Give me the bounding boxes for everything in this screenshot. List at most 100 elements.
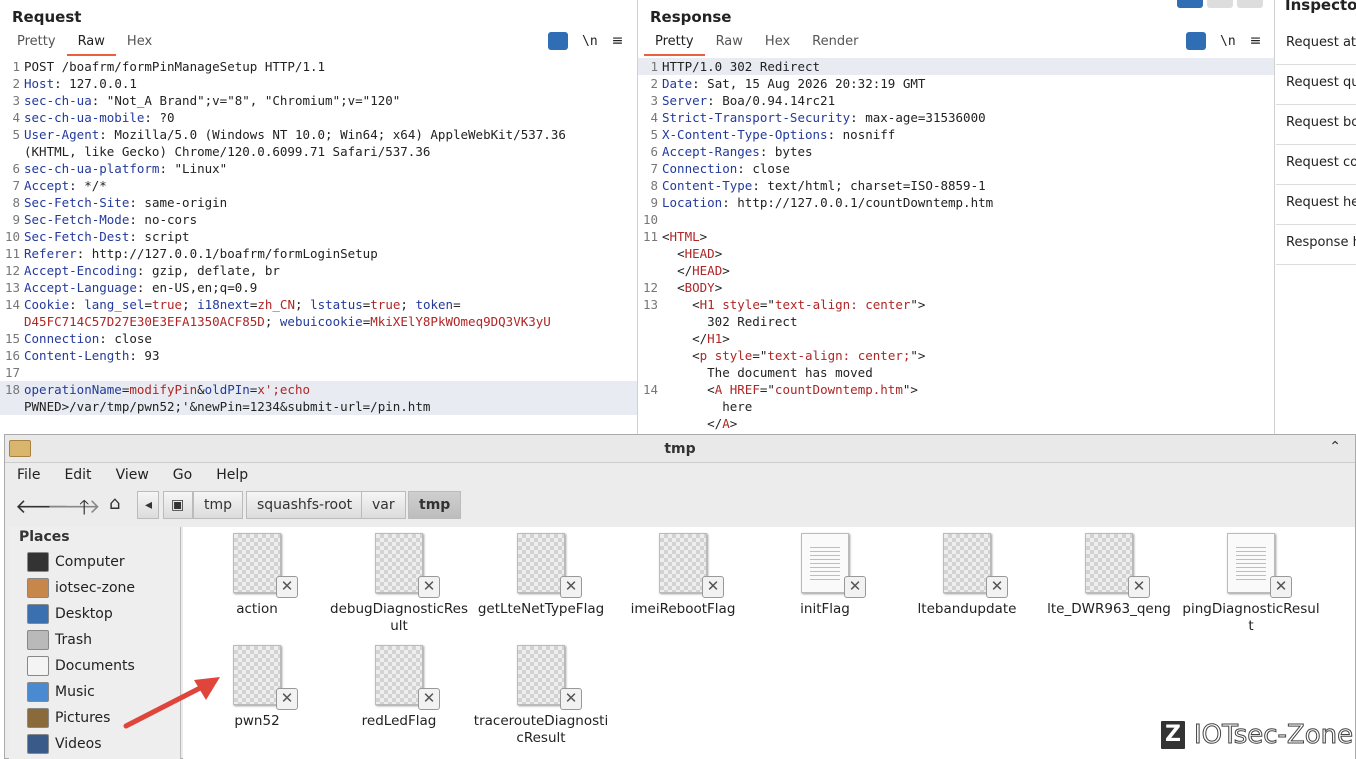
code-line: 5 User-Agent: Mozilla/5.0 (Windows NT 10.… bbox=[0, 126, 637, 143]
line-number: 14 bbox=[4, 297, 20, 312]
line-number bbox=[0, 143, 24, 160]
request-editor[interactable]: 1 POST /boafrm/formPinManageSetup HTTP/1.… bbox=[0, 58, 637, 415]
file-item[interactable]: ✕ action bbox=[187, 533, 327, 618]
places-item-iotsec-zone[interactable]: iotsec-zone bbox=[9, 575, 180, 601]
code-line: 8 Content-Type: text/html; charset=ISO-88… bbox=[638, 177, 1274, 194]
response-menu-icon[interactable]: ≡ bbox=[1250, 33, 1262, 49]
html-attr-value: text-align: center bbox=[774, 297, 911, 312]
html-tag: BODY bbox=[684, 280, 715, 295]
inspector-response-headers[interactable]: Response h bbox=[1276, 225, 1356, 265]
html-text: The document has moved bbox=[707, 365, 873, 380]
places-item-desktop[interactable]: Desktop bbox=[9, 601, 180, 627]
unreadable-badge-icon: ✕ bbox=[560, 688, 582, 710]
breadcrumb-tmp-current[interactable]: tmp bbox=[408, 491, 462, 519]
breadcrumb-var[interactable]: var bbox=[361, 491, 406, 519]
menu-go[interactable]: Go bbox=[161, 463, 204, 489]
header-value: Sat, 15 Aug 2026 20:32:19 GMT bbox=[707, 76, 926, 91]
code-line: 14 Cookie: lang_sel=true; i18next=zh_CN; … bbox=[0, 296, 637, 313]
inspector-request-body[interactable]: Request bo bbox=[1276, 105, 1356, 145]
header-value: "Not_A Brand";v="8", "Chromium";v="120" bbox=[106, 93, 401, 108]
request-toolbar: \n ≡ bbox=[548, 32, 623, 50]
file-item[interactable]: ✕ initFlag bbox=[755, 533, 895, 618]
html-text: here bbox=[722, 399, 753, 414]
header-value: nosniff bbox=[842, 127, 896, 142]
request-tabs: Pretty Raw Hex bbox=[6, 34, 163, 56]
header-name: Connection bbox=[662, 161, 738, 176]
line-number: 9 bbox=[650, 195, 658, 210]
html-attr-value: countDowntemp.htm bbox=[774, 382, 903, 397]
layout-split-icon[interactable] bbox=[1177, 0, 1203, 8]
layout-vertical-icon[interactable] bbox=[1237, 0, 1263, 8]
param-name: operationName bbox=[24, 382, 122, 397]
html-attr: style bbox=[722, 297, 760, 312]
header-value: no-cors bbox=[144, 212, 198, 227]
request-tab-hex[interactable]: Hex bbox=[116, 34, 163, 56]
header-name: Cookie bbox=[24, 297, 70, 312]
line-number: 13 bbox=[4, 280, 20, 295]
code-line: 1 HTTP/1.0 302 Redirect bbox=[638, 58, 1274, 75]
window-titlebar[interactable]: tmp ⌃ bbox=[5, 435, 1355, 463]
forward-arrow-icon[interactable]: 🡒 bbox=[47, 494, 101, 518]
file-item[interactable]: ✕ pingDiagnosticResult bbox=[1181, 533, 1321, 635]
layout-horizontal-icon[interactable] bbox=[1207, 0, 1233, 8]
home-icon[interactable]: ⌂ bbox=[109, 493, 120, 514]
header-value: same-origin bbox=[144, 195, 228, 210]
header-name: Strict-Transport-Security bbox=[662, 110, 851, 125]
request-tab-pretty[interactable]: Pretty bbox=[6, 34, 67, 56]
file-item[interactable]: ✕ tracerouteDiagnosticResult bbox=[471, 645, 611, 747]
menu-view[interactable]: View bbox=[104, 463, 161, 489]
places-item-computer[interactable]: Computer bbox=[9, 549, 180, 575]
line-number: 11 bbox=[4, 246, 20, 261]
inspector-request-cookies[interactable]: Request co bbox=[1276, 145, 1356, 185]
up-arrow-icon[interactable]: 🡑 bbox=[79, 493, 89, 527]
file-item[interactable]: ✕ lte_DWR963_qeng bbox=[1039, 533, 1179, 618]
inspector-request-attributes[interactable]: Request att bbox=[1276, 25, 1356, 65]
places-item-videos[interactable]: Videos bbox=[9, 731, 180, 757]
header-name: Sec-Fetch-Mode bbox=[24, 212, 130, 227]
response-tab-render[interactable]: Render bbox=[801, 34, 869, 56]
file-thumbnail-icon: ✕ bbox=[233, 533, 298, 598]
request-menu-icon[interactable]: ≡ bbox=[612, 33, 624, 49]
header-value: ?0 bbox=[159, 110, 175, 125]
file-item[interactable]: ✕ redLedFlag bbox=[329, 645, 469, 730]
response-tab-hex[interactable]: Hex bbox=[754, 34, 801, 56]
breadcrumb-squashfs-root[interactable]: squashfs-root bbox=[246, 491, 364, 519]
drive-icon[interactable]: ▣ bbox=[163, 491, 193, 519]
line-number: 4 bbox=[12, 110, 20, 125]
file-item[interactable]: ✕ imeiRebootFlag bbox=[613, 533, 753, 618]
places-item-label: Videos bbox=[55, 736, 102, 752]
header-name: sec-ch-ua-mobile bbox=[24, 110, 145, 125]
newline-toggle-button[interactable]: \n bbox=[1220, 34, 1236, 49]
cookie-name: i18next bbox=[197, 297, 250, 312]
window-title: tmp bbox=[664, 441, 696, 457]
response-tab-raw[interactable]: Raw bbox=[705, 34, 754, 56]
inspector-title: Inspecto bbox=[1285, 0, 1356, 14]
menu-help[interactable]: Help bbox=[204, 463, 260, 489]
file-item[interactable]: ✕ debugDiagnosticResult bbox=[329, 533, 469, 635]
inspector-request-query[interactable]: Request qu bbox=[1276, 65, 1356, 105]
line-number: 15 bbox=[4, 331, 20, 346]
code-line: 18 operationName=modifyPin&oldPIn=x';echo bbox=[0, 381, 637, 398]
file-item[interactable]: ✕ getLteNetTypeFlag bbox=[471, 533, 611, 618]
wrap-lines-icon[interactable] bbox=[1186, 32, 1206, 50]
menu-edit[interactable]: Edit bbox=[52, 463, 103, 489]
file-thumbnail-icon: ✕ bbox=[801, 533, 866, 598]
request-tab-raw[interactable]: Raw bbox=[66, 34, 116, 56]
response-tab-pretty[interactable]: Pretty bbox=[644, 34, 705, 56]
breadcrumb-scroll-left[interactable]: ◂ bbox=[137, 491, 159, 519]
collapse-icon[interactable]: ⌃ bbox=[1329, 439, 1341, 455]
code-line: 10 bbox=[642, 212, 658, 227]
breadcrumb-tmp-root[interactable]: tmp bbox=[193, 491, 244, 519]
response-viewer[interactable]: 1 HTTP/1.0 302 Redirect 2 Date: Sat, 15 Aug… bbox=[638, 58, 1274, 432]
places-item-label: iotsec-zone bbox=[55, 580, 136, 596]
wrap-lines-icon[interactable] bbox=[548, 32, 568, 50]
header-name: Accept bbox=[24, 178, 70, 193]
navigation-toolbar: 🡐 🡒 🡑 ⌂ ◂ ▣ tmp squashfs-root var tmp bbox=[5, 491, 1355, 521]
inspector-request-headers[interactable]: Request he bbox=[1276, 185, 1356, 225]
file-item[interactable]: ✕ ltebandupdate bbox=[897, 533, 1037, 618]
header-value: 127.0.0.1 bbox=[69, 76, 137, 91]
places-item-trash[interactable]: Trash bbox=[9, 627, 180, 653]
newline-toggle-button[interactable]: \n bbox=[582, 34, 598, 49]
unreadable-badge-icon: ✕ bbox=[1128, 576, 1150, 598]
menu-file[interactable]: File bbox=[5, 463, 52, 489]
